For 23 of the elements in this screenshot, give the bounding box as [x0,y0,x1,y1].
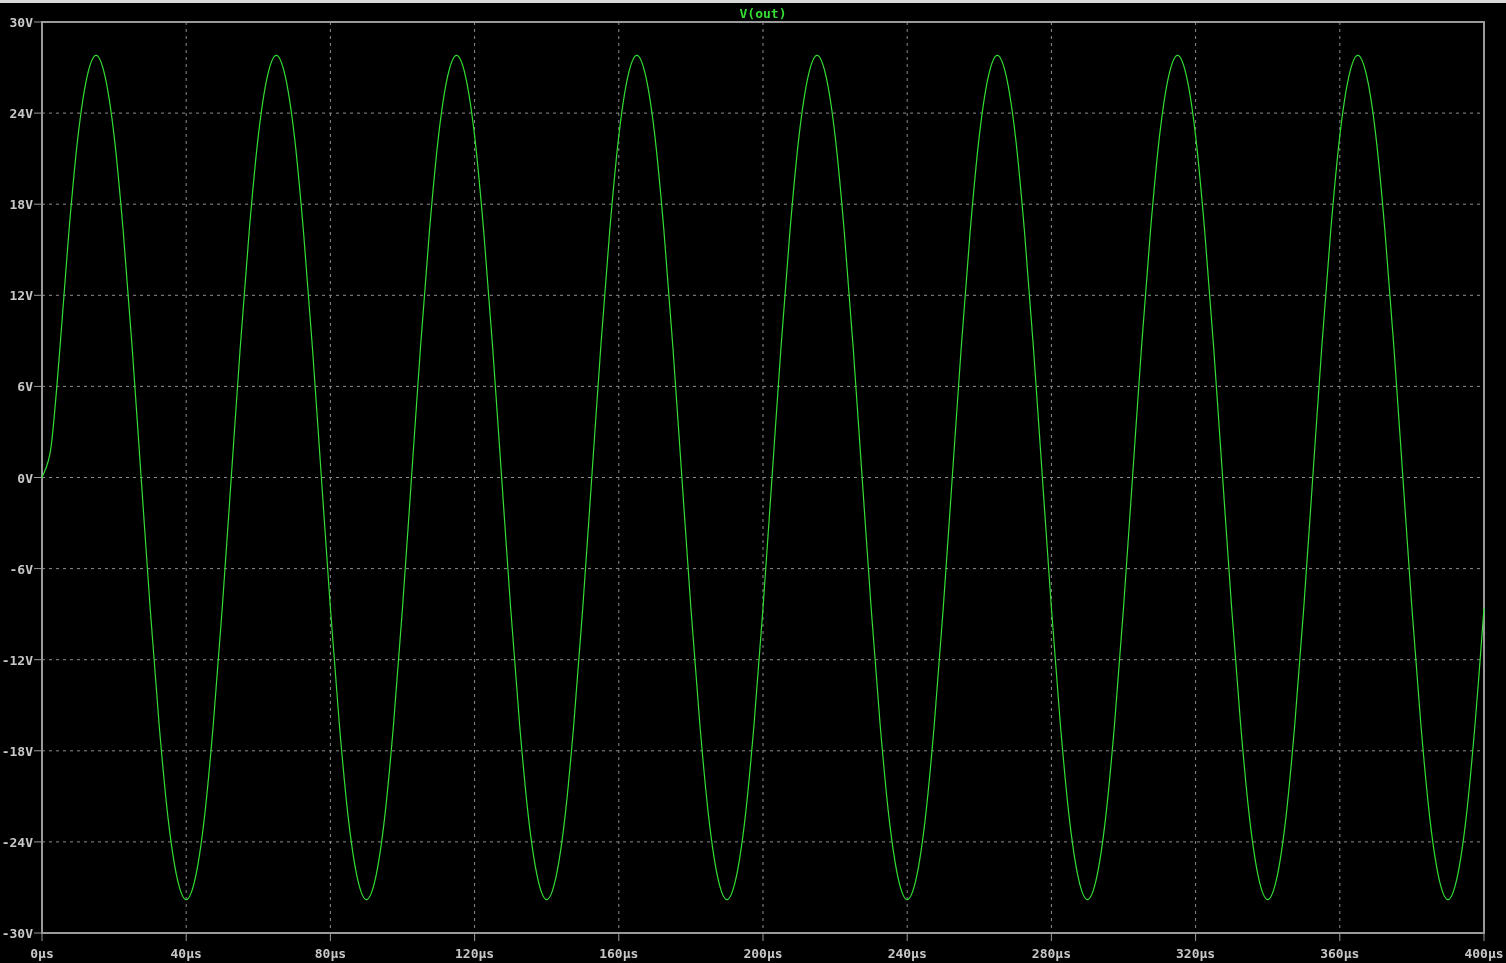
axis-tick-label: -6V [9,561,33,577]
axis-tick-label: 18V [9,197,33,213]
axis-tick-label: 0V [17,470,33,486]
axis-tick-label: 320µs [1176,946,1216,961]
axis-tick-label: 400µs [1464,946,1504,961]
axis-tick-label: 40µs [170,946,202,961]
trace-name: V(out) [739,6,787,21]
axis-tick-label: 80µs [314,946,347,961]
axis-tick-label: 200µs [743,946,783,961]
axis-tick-label: 24V [9,106,33,122]
axis-tick-label: -12V [1,652,33,668]
axis-tick-label: -24V [1,834,33,850]
axis-tick-label: 6V [17,379,33,395]
axis-tick-label: 0µs [30,946,54,961]
axis-tick-label: 12V [9,288,33,304]
axis-tick-label: -30V [1,926,33,941]
axis-tick-label: -18V [1,743,33,759]
axis-tick-label: 360µs [1320,946,1360,961]
axis-tick-label: 160µs [599,946,639,961]
axis-tick-label: 240µs [887,946,927,961]
axis-tick-label: 280µs [1031,946,1071,961]
axis-tick-label: 120µs [455,946,495,961]
axis-tick-label: 30V [9,15,33,30]
